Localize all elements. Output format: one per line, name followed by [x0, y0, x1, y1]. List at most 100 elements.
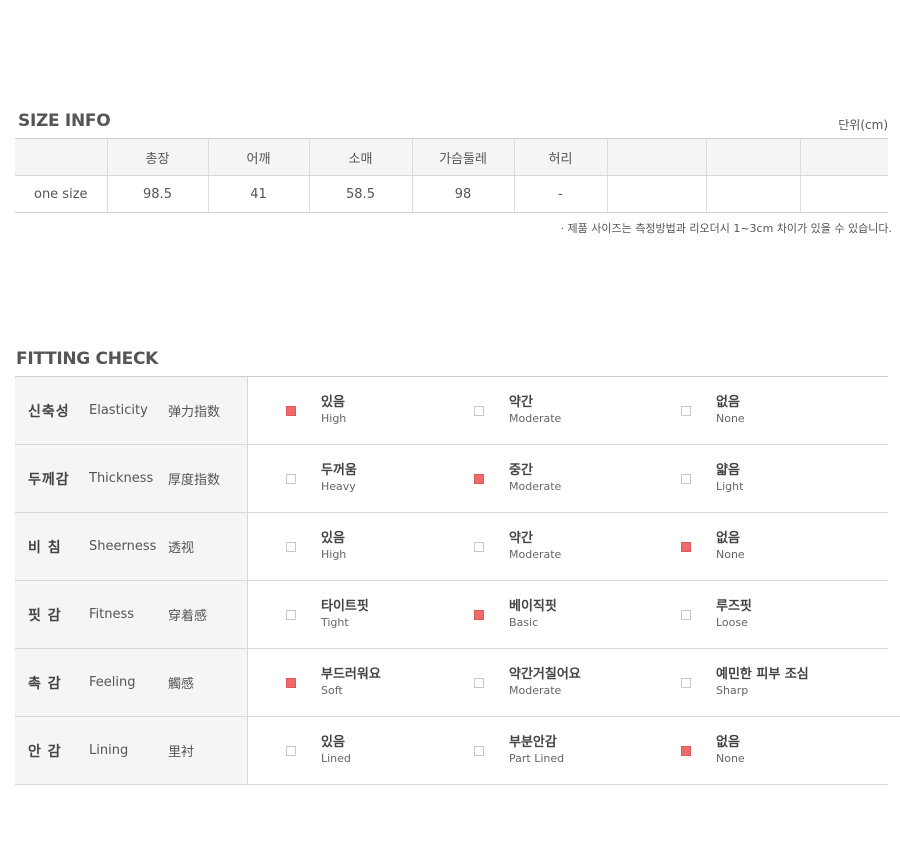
fitting-option[interactable]: 있음 Lined	[286, 717, 351, 784]
size-cell: 98.5	[106, 175, 208, 213]
fitting-option[interactable]: 없음 None	[681, 717, 745, 784]
unchecked-box-icon[interactable]	[286, 541, 296, 552]
fitting-row: 촉 감 Feeling 觸感 부드러워요 Soft 약간거칠어요 Moderate 예민한 피…	[15, 649, 900, 717]
unchecked-box-icon[interactable]	[474, 677, 484, 688]
fitting-label-zh: 穿着感	[168, 609, 208, 624]
fitting-option-ko: 얇음	[716, 462, 740, 478]
fitting-option-en: Moderate	[509, 479, 562, 493]
fitting-option[interactable]: 약간 Moderate	[474, 377, 561, 444]
fitting-option-text: 부분안감 Part Lined	[509, 735, 564, 767]
size-header-cell	[705, 138, 800, 176]
checked-box-icon[interactable]	[286, 405, 296, 416]
fitting-option[interactable]: 예민한 피부 조심 Sharp	[681, 649, 809, 716]
checked-box-icon[interactable]	[474, 473, 484, 484]
checked-box-icon[interactable]	[474, 609, 484, 620]
fitting-options: 부드러워요 Soft 약간거칠어요 Moderate 예민한 피부 조심 Sharp	[248, 649, 900, 716]
fitting-option[interactable]: 얇음 Light	[681, 445, 743, 512]
fitting-option-en: High	[321, 411, 347, 425]
unchecked-box-icon[interactable]	[681, 405, 691, 416]
fitting-label-en: Feeling	[89, 675, 136, 690]
fitting-label-ko: 두께감	[28, 471, 70, 488]
fitting-row: 핏 감 Fitness 穿着感 타이트핏 Tight 베이직핏 Basic 루즈핏 Loose	[15, 581, 888, 649]
fitting-option[interactable]: 부드러워요 Soft	[286, 649, 381, 716]
fitting-option[interactable]: 약간 Moderate	[474, 513, 561, 580]
fitting-option[interactable]: 있음 High	[286, 377, 346, 444]
unchecked-box-icon[interactable]	[474, 405, 484, 416]
fitting-option-text: 부드러워요 Soft	[321, 667, 381, 699]
fitting-option-en: Lined	[321, 751, 351, 765]
fitting-option-en: Loose	[716, 615, 748, 629]
fitting-row-label: 비 침 Sheerness 透视	[15, 513, 248, 580]
fitting-option-ko: 두꺼움	[321, 462, 357, 478]
fitting-option-ko: 약간거칠어요	[509, 666, 581, 682]
fitting-label-ko: 신축성	[28, 403, 70, 420]
fitting-label-ko: 촉 감	[28, 675, 62, 692]
fitting-options: 타이트핏 Tight 베이직핏 Basic 루즈핏 Loose	[248, 581, 888, 648]
size-header-cell: 총장	[106, 138, 208, 176]
fitting-option-ko: 없음	[716, 734, 740, 750]
fitting-option-ko: 베이직핏	[509, 598, 557, 614]
size-cell: 41	[207, 175, 309, 213]
fitting-option[interactable]: 두꺼움 Heavy	[286, 445, 357, 512]
fitting-option-en: Moderate	[509, 547, 562, 561]
fitting-option[interactable]: 중간 Moderate	[474, 445, 561, 512]
fitting-options: 있음 High 약간 Moderate 없음 None	[248, 377, 888, 444]
size-cell: -	[513, 175, 607, 213]
checked-box-icon[interactable]	[681, 541, 691, 552]
fitting-label-zh: 觸感	[168, 677, 195, 692]
fitting-option-ko: 루즈핏	[716, 598, 752, 614]
fitting-option[interactable]: 부분안감 Part Lined	[474, 717, 564, 784]
fitting-row-label: 핏 감 Fitness 穿着感	[15, 581, 248, 648]
unchecked-box-icon[interactable]	[474, 745, 484, 756]
unchecked-box-icon[interactable]	[681, 677, 691, 688]
fitting-option-ko: 부드러워요	[321, 666, 381, 682]
fitting-option-en: High	[321, 547, 347, 561]
fitting-label-zh: 里衬	[168, 745, 195, 760]
fitting-options: 있음 Lined 부분안감 Part Lined 없음 None	[248, 717, 888, 784]
unchecked-box-icon[interactable]	[286, 745, 296, 756]
fitting-option-text: 약간 Moderate	[509, 531, 561, 563]
unchecked-box-icon[interactable]	[681, 473, 691, 484]
unchecked-box-icon[interactable]	[286, 473, 296, 484]
fitting-option-text: 타이트핏 Tight	[321, 599, 369, 631]
fitting-row: 안 감 Lining 里衬 있음 Lined 부분안감 Part Lined 없음 None	[15, 717, 888, 785]
size-cell: 58.5	[308, 175, 412, 213]
fitting-option-en: Sharp	[716, 683, 749, 697]
unchecked-box-icon[interactable]	[474, 541, 484, 552]
fitting-label-en: Fitness	[89, 607, 135, 622]
fitting-label-ko: 안 감	[28, 743, 62, 760]
size-header-cell: 허리	[513, 138, 607, 176]
fitting-option[interactable]: 없음 None	[681, 513, 745, 580]
fitting-label-en: Thickness	[89, 471, 154, 486]
size-header-cell: 소매	[308, 138, 412, 176]
fitting-option-text: 중간 Moderate	[509, 463, 561, 495]
fitting-option-text: 없음 None	[716, 395, 745, 427]
fitting-option-ko: 부분안감	[509, 734, 557, 750]
fitting-option[interactable]: 약간거칠어요 Moderate	[474, 649, 581, 716]
fitting-option[interactable]: 있음 High	[286, 513, 346, 580]
unchecked-box-icon[interactable]	[681, 609, 691, 620]
fitting-row-label: 안 감 Lining 里衬	[15, 717, 248, 784]
fitting-label-ko: 핏 감	[28, 607, 62, 624]
unchecked-box-icon[interactable]	[286, 609, 296, 620]
fitting-option[interactable]: 루즈핏 Loose	[681, 581, 752, 648]
size-table: 총장 어깨 소매 가슴둘레 허리 one size 98.5 41 58.5 98-	[15, 138, 888, 213]
checked-box-icon[interactable]	[681, 745, 691, 756]
size-cell: one size	[15, 175, 107, 213]
size-note: · 제품 사이즈는 측정방법과 리오더시 1~3cm 차이가 있을 수 있습니다…	[560, 222, 892, 235]
fitting-label-en: Sheerness	[89, 539, 157, 554]
fitting-option-en: Basic	[509, 615, 539, 629]
fitting-option-en: Light	[716, 479, 744, 493]
fitting-label-ko: 비 침	[28, 539, 62, 556]
fitting-option-text: 없음 None	[716, 735, 745, 767]
fitting-option-text: 약간 Moderate	[509, 395, 561, 427]
fitting-option[interactable]: 없음 None	[681, 377, 745, 444]
size-header-cell: 가슴둘레	[411, 138, 514, 176]
fitting-option[interactable]: 베이직핏 Basic	[474, 581, 557, 648]
fitting-option-ko: 타이트핏	[321, 598, 369, 614]
checked-box-icon[interactable]	[286, 677, 296, 688]
fitting-option-text: 없음 None	[716, 531, 745, 563]
fitting-option[interactable]: 타이트핏 Tight	[286, 581, 369, 648]
fitting-option-en: None	[716, 547, 745, 561]
size-table-header-row: 총장 어깨 소매 가슴둘레 허리	[15, 138, 888, 176]
